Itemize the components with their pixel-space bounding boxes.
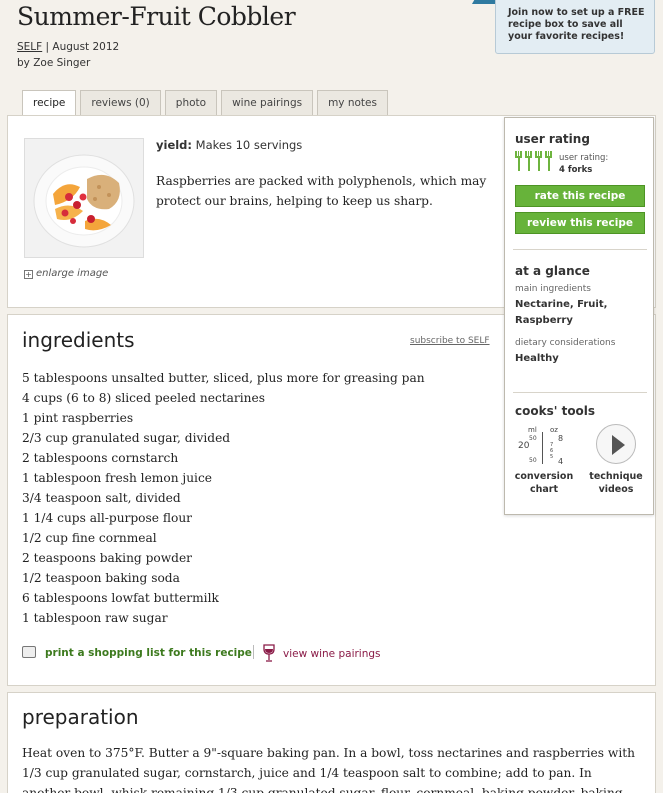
cobbler-photo-icon [33,154,135,248]
byline: SELF | August 2012 by Zoe Singer [17,39,119,71]
fork-icon [535,151,542,171]
cooks-tools-heading: cooks' tools [515,404,596,418]
wine-pairings-label: view wine pairings [283,648,381,660]
sidebar-divider [513,249,647,250]
ingredient-item: 2 teaspoons baking powder [22,551,193,565]
ingredient-item: 2 tablespoons cornstarch [22,451,179,465]
recipe-tabs: recipe reviews (0) photo wine pairings m… [22,90,388,117]
dietary-value[interactable]: Healthy [515,351,645,367]
conversion-chart-icon: ml oz 50 8 20 7 6 5 50 4 [518,426,564,466]
printer-icon [22,646,36,658]
signup-promo[interactable]: Join now to set up a FREE recipe box to … [495,0,655,54]
ingredient-item: 1 tablespoon fresh lemon juice [22,471,212,485]
at-a-glance-section: at a glance main ingredients Nectarine, … [515,264,645,367]
conversion-label: conversion [514,471,574,482]
ingredient-item: 3/4 teaspoon salt, divided [22,491,181,505]
fork-icon [545,151,552,171]
rate-recipe-button[interactable]: rate this recipe [515,185,645,207]
tab-my-notes[interactable]: my notes [317,90,388,116]
shopping-list-label: print a shopping list for this recipe [45,647,252,659]
tab-recipe[interactable]: recipe [22,90,77,117]
enlarge-label: enlarge image [36,268,109,279]
wine-pairings-link[interactable]: view wine pairings [263,644,381,662]
technique-videos-link[interactable]: technique videos [585,424,647,496]
promo-text: Join now to set up a FREE recipe box to … [508,7,645,42]
link-divider [253,645,254,659]
ingredient-item: 1/2 cup fine cornmeal [22,531,157,545]
conversion-chart-link[interactable]: ml oz 50 8 20 7 6 5 50 4 conversion char… [513,424,575,496]
yield-label: yield: [156,138,193,152]
ingredient-item: 2/3 cup granulated sugar, divided [22,431,231,445]
recipe-title: Summer-Fruit Cobbler [17,2,296,31]
preparation-text: Heat oven to 375°F. Butter a 9"-square b… [22,746,635,793]
at-a-glance-heading: at a glance [515,264,590,278]
yield-value: Makes 10 servings [195,138,303,152]
ingredient-item: 5 tablespoons unsalted butter, sliced, p… [22,371,425,385]
preparation-heading: preparation [22,705,139,729]
recipe-photo[interactable] [24,138,144,258]
fork-icon [515,151,522,171]
rating-label: user rating: [559,153,609,163]
sidebar-divider [513,392,647,393]
recipe-sidebar: user rating user rating: 4 forks rate th… [504,117,654,515]
tab-photo[interactable]: photo [164,90,218,116]
cooks-tools-section: cooks' tools ml oz 50 8 20 7 6 5 50 4 co… [515,404,645,495]
source-link[interactable]: SELF [17,41,42,53]
rating-value: 4 forks [559,165,593,175]
tab-wine-pairings[interactable]: wine pairings [221,90,314,116]
author: by Zoe Singer [17,57,91,69]
ingredient-item: 1 pint raspberries [22,411,134,425]
main-ingredients-line[interactable]: Nectarine, Fruit, [515,297,645,313]
rating-text: user rating: 4 forks [559,152,608,176]
wine-glass-icon [263,644,275,662]
main-ingredients-line[interactable]: Raspberry [515,313,645,329]
main-ingredients-label: main ingredients [515,284,591,294]
ingredient-item: 1 tablespoon raw sugar [22,611,168,625]
ingredient-item: 1 1/4 cups all-purpose flour [22,511,193,525]
play-icon [596,424,636,464]
video-label: videos [598,484,634,495]
enlarge-image-link[interactable]: + enlarge image [24,268,108,279]
yield: yield: Makes 10 servings [156,138,302,152]
video-label: technique [589,471,643,482]
ingredients-heading: ingredients [22,328,135,352]
user-rating-heading: user rating [515,132,590,146]
subscribe-link[interactable]: subscribe to SELF [410,336,490,346]
ingredient-item: 6 tablespoons lowfat buttermilk [22,591,219,605]
user-rating-section: user rating user rating: 4 forks [515,132,645,175]
tab-reviews[interactable]: reviews (0) [80,90,161,116]
ingredients-list: 5 tablespoons unsalted butter, sliced, p… [22,368,425,628]
publish-date: | August 2012 [45,41,120,53]
review-recipe-button[interactable]: review this recipe [515,212,645,234]
shopping-list-link[interactable]: print a shopping list for this recipe [22,646,252,659]
preparation-panel: preparation Heat oven to 375°F. Butter a… [7,692,656,793]
conversion-label: chart [529,484,559,495]
zoom-icon: + [24,270,33,279]
dietary-label: dietary considerations [515,338,616,348]
ingredient-item: 4 cups (6 to 8) sliced peeled nectarines [22,391,265,405]
recipe-description: Raspberries are packed with polyphenols,… [156,174,487,208]
main-ingredients: Nectarine, Fruit, Raspberry [515,297,645,329]
fork-icon [525,151,532,171]
ingredient-item: 1/2 teaspoon baking soda [22,571,180,585]
